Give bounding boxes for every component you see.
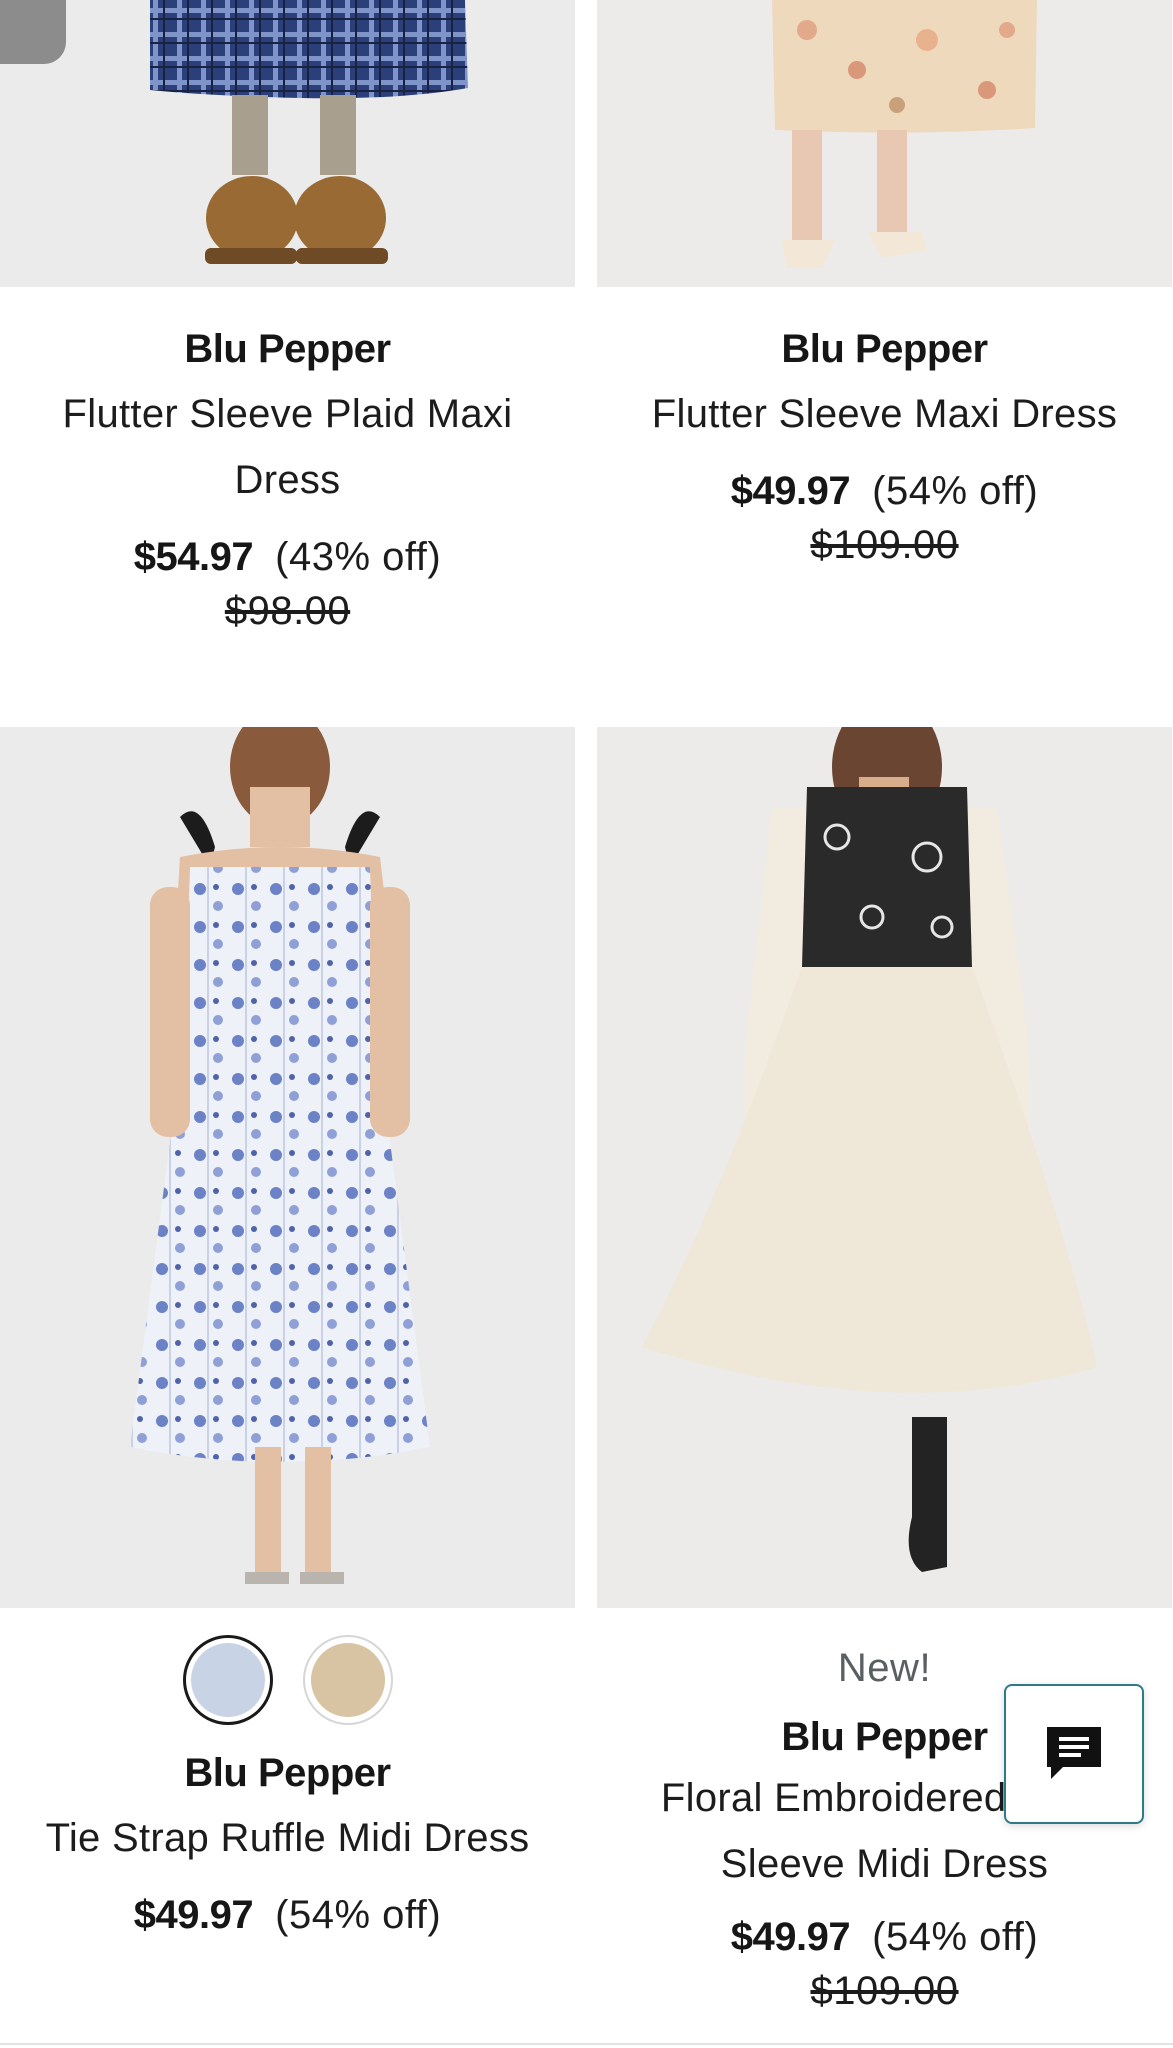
sale-price: $49.97 xyxy=(133,1893,254,1937)
product-grid: Blu Pepper Flutter Sleeve Plaid Maxi Dre… xyxy=(0,0,1173,2048)
chat-button[interactable] xyxy=(1004,1684,1144,1824)
product-image[interactable] xyxy=(597,0,1172,287)
sale-price: $54.97 xyxy=(133,535,254,579)
product-name[interactable]: Flutter Sleeve Maxi Dress xyxy=(597,381,1172,447)
product-info: Blu Pepper Flutter Sleeve Plaid Maxi Dre… xyxy=(0,325,575,639)
price-line: $49.97 (54% off) xyxy=(597,465,1172,517)
price-line: $49.97 (54% off) xyxy=(597,1911,1172,1963)
swatch-color xyxy=(310,1643,385,1717)
discount-percent: (54% off) xyxy=(872,1915,1039,1959)
product-name[interactable]: Tie Strap Ruffle Midi Dress xyxy=(0,1805,575,1871)
floral-dress-photo xyxy=(597,0,1172,287)
plaid-dress-photo xyxy=(0,0,575,287)
product-image[interactable] xyxy=(0,0,575,287)
discount-percent: (54% off) xyxy=(872,469,1039,513)
product-image[interactable] xyxy=(0,727,575,1608)
original-price: $109.00 xyxy=(810,1969,959,2013)
sale-price: $49.97 xyxy=(730,1915,851,1959)
price-line: $49.97 (54% off) xyxy=(0,1889,575,1941)
bottom-divider xyxy=(0,2043,1173,2045)
original-price: $109.00 xyxy=(810,523,959,567)
price-line: $54.97 (43% off) xyxy=(0,531,575,583)
chat-bubble-icon xyxy=(1047,1727,1101,1779)
product-brand[interactable]: Blu Pepper xyxy=(0,1749,575,1797)
discount-percent: (43% off) xyxy=(275,535,442,579)
original-price: $98.00 xyxy=(224,589,351,633)
color-swatches xyxy=(0,1633,575,1727)
product-info: Blu Pepper Flutter Sleeve Maxi Dress $49… xyxy=(597,325,1172,573)
product-name[interactable]: Flutter Sleeve Plaid Maxi Dress xyxy=(0,381,575,513)
sale-price: $49.97 xyxy=(730,469,851,513)
back-button[interactable] xyxy=(0,0,66,64)
product-brand[interactable]: Blu Pepper xyxy=(597,325,1172,373)
blue-floral-midi-dress-photo xyxy=(0,727,575,1608)
product-image[interactable] xyxy=(597,727,1172,1608)
swatch-color xyxy=(190,1643,265,1717)
discount-percent: (54% off) xyxy=(275,1893,442,1937)
embroidered-midi-dress-photo xyxy=(597,727,1172,1608)
color-swatch[interactable] xyxy=(302,1635,393,1725)
color-swatch[interactable] xyxy=(182,1635,273,1725)
product-info: Blu Pepper Tie Strap Ruffle Midi Dress $… xyxy=(0,1633,575,1941)
product-brand[interactable]: Blu Pepper xyxy=(0,325,575,373)
